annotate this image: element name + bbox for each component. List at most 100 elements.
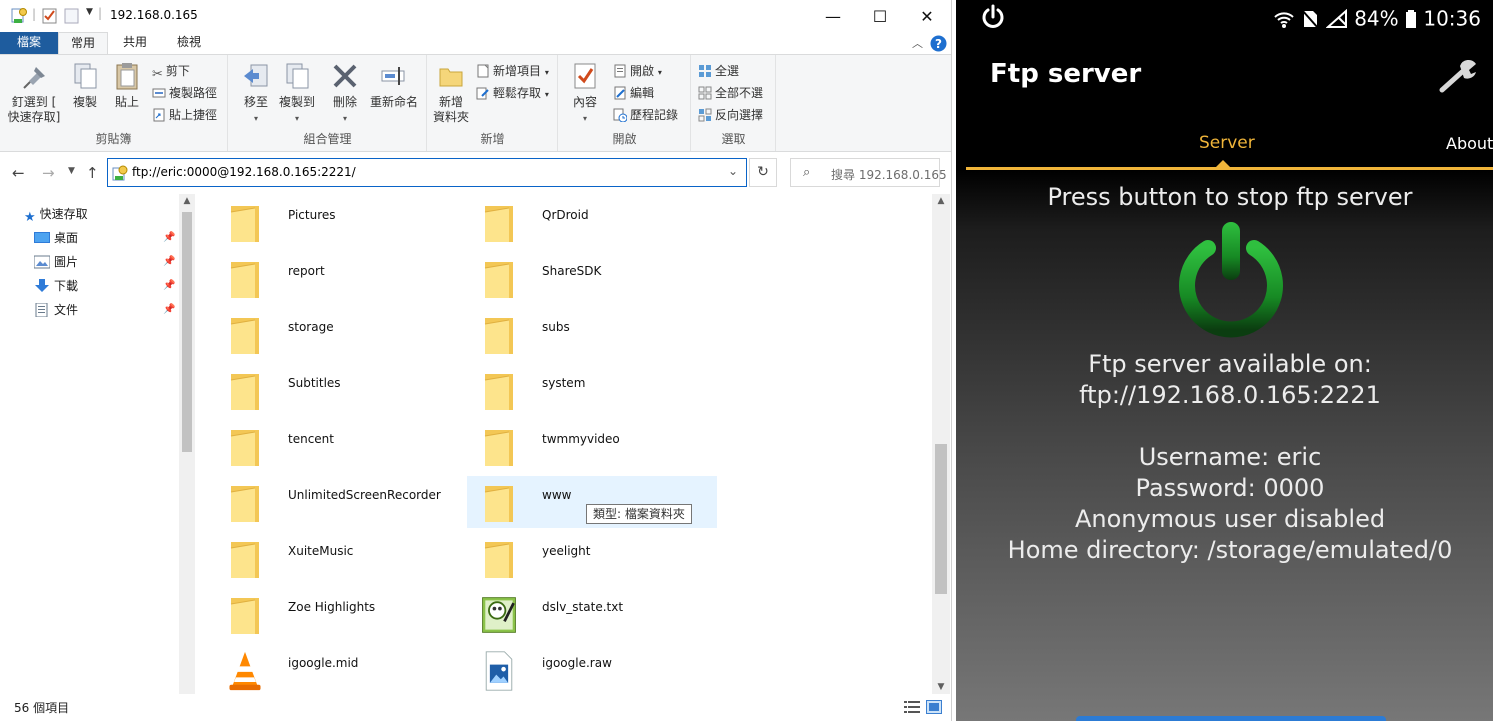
folder-item[interactable]: Zoe Highlights <box>213 588 463 640</box>
edit-button[interactable]: 編輯 <box>613 83 654 103</box>
folder-item[interactable]: report <box>213 252 463 304</box>
up-arrow-icon[interactable]: ↑ <box>86 164 99 182</box>
nav-scrollbar[interactable]: ▲ <box>179 194 195 694</box>
move-to-icon <box>244 64 268 87</box>
title-bar: | ▼ | 192.168.0.165 — ☐ ✕ <box>0 0 951 32</box>
folder-item[interactable]: system <box>467 364 717 416</box>
pin-icon[interactable]: 📌 <box>163 232 175 243</box>
tab-view[interactable]: 檢視 <box>162 32 216 54</box>
file-name: dslv_state.txt <box>542 600 624 614</box>
recent-locations-icon[interactable]: ▼ <box>68 166 75 176</box>
copy-button[interactable]: 複製 <box>66 61 104 110</box>
minimize-button[interactable]: — <box>810 0 856 32</box>
file-name: report <box>288 264 325 278</box>
bottom-button-edge[interactable] <box>1076 716 1386 721</box>
properties-icon[interactable] <box>10 7 28 25</box>
folder-icon <box>484 486 513 522</box>
tab-share[interactable]: 共用 <box>110 32 160 54</box>
details-view-icon[interactable] <box>904 700 920 714</box>
folder-item[interactable]: yeelight <box>467 532 717 584</box>
file-item[interactable]: dslv_state.txt <box>467 588 717 640</box>
scrollbar-thumb[interactable] <box>182 212 192 452</box>
easy-access-button[interactable]: 輕鬆存取 ▾ <box>476 83 549 103</box>
status-right: 84% 10:36 <box>1273 5 1481 31</box>
text-file-icon <box>482 597 516 633</box>
file-name: QrDroid <box>542 208 589 222</box>
folder-item[interactable]: UnlimitedScreenRecorder <box>213 476 463 528</box>
scroll-up-icon[interactable]: ▲ <box>932 196 950 206</box>
content-scrollbar[interactable]: ▲ ▼ <box>932 194 950 694</box>
nav-quick-access[interactable]: ★ 快速存取 <box>24 203 88 225</box>
folder-item[interactable]: XuiteMusic <box>213 532 463 584</box>
new-folder-button[interactable]: 新增 資料夾 <box>430 61 472 125</box>
properties-button[interactable]: 內容 ▾ <box>565 61 605 126</box>
folder-item[interactable]: twmmyvideo <box>467 420 717 472</box>
open-label: 開啟 <box>630 64 655 78</box>
forward-arrow-icon[interactable]: → <box>42 164 55 182</box>
back-arrow-icon[interactable]: ← <box>12 164 25 182</box>
search-input[interactable]: ⌕ 搜尋 192.168.0.165 <box>790 158 947 187</box>
pin-quick-access-button[interactable]: 釘選到 [ 快速存取] <box>6 61 62 125</box>
address-input[interactable]: ftp://eric:0000@192.168.0.165:2221/ ⌄ <box>107 158 747 187</box>
chevron-up-icon[interactable]: ︿ <box>912 35 923 51</box>
delete-icon <box>333 64 357 88</box>
file-item[interactable]: igoogle.mid <box>213 644 463 694</box>
select-none-button[interactable]: 全部不選 <box>698 83 763 103</box>
new-item-button[interactable]: 新增項目 ▾ <box>476 61 549 81</box>
ribbon: 釘選到 [ 快速存取] 複製 貼上 ✂ 剪下 複製路徑 貼上捷徑 剪貼簿 移至 … <box>0 54 951 152</box>
invert-selection-button[interactable]: 反向選擇 <box>698 105 763 125</box>
close-button[interactable]: ✕ <box>904 0 950 32</box>
folder-item[interactable]: tencent <box>213 420 463 472</box>
pin-icon[interactable]: 📌 <box>163 304 175 315</box>
pin-icon[interactable]: 📌 <box>163 280 175 291</box>
pin-icon[interactable]: 📌 <box>163 256 175 267</box>
help-icon[interactable]: ? <box>930 35 947 52</box>
folder-item[interactable]: Subtitles <box>213 364 463 416</box>
paste-shortcut-button[interactable]: 貼上捷徑 <box>152 105 217 125</box>
nav-item-desktop[interactable]: 桌面 <box>34 227 78 249</box>
cut-button[interactable]: ✂ 剪下 <box>152 61 190 82</box>
paste-button[interactable]: 貼上 <box>108 61 146 110</box>
file-item[interactable]: igoogle.raw <box>467 644 717 694</box>
image-file-icon <box>485 651 513 691</box>
tab-server[interactable]: Server <box>1199 133 1255 153</box>
paste-shortcut-label: 貼上捷徑 <box>169 108 218 122</box>
copy-to-button[interactable]: 複製到 ▾ <box>275 61 319 126</box>
scrollbar-thumb[interactable] <box>935 444 947 594</box>
folder-item[interactable]: Pictures <box>213 196 463 248</box>
nav-item-downloads[interactable]: 下載 <box>34 275 78 297</box>
file-name: Subtitles <box>288 376 341 390</box>
folder-item[interactable]: storage <box>213 308 463 360</box>
open-group-label: 開啟 <box>612 132 637 146</box>
folder-item[interactable]: QrDroid <box>467 196 717 248</box>
tab-home[interactable]: 常用 <box>58 32 108 54</box>
select-none-label: 全部不選 <box>715 86 764 100</box>
checklist-icon[interactable] <box>42 7 58 25</box>
tab-about[interactable]: About <box>1446 134 1493 153</box>
move-to-button[interactable]: 移至 ▾ <box>237 61 275 126</box>
open-button[interactable]: 開啟 ▾ <box>613 61 662 81</box>
folder-item[interactable]: ShareSDK <box>467 252 717 304</box>
copy-path-button[interactable]: 複製路徑 <box>152 83 217 103</box>
scroll-down-icon[interactable]: ▼ <box>932 682 950 692</box>
tab-file[interactable]: 檔案 <box>0 32 58 54</box>
delete-button[interactable]: 刪除 ▾ <box>327 61 363 126</box>
maximize-button[interactable]: ☐ <box>857 0 903 32</box>
wrench-icon[interactable] <box>1436 56 1480 96</box>
chevron-down-icon[interactable]: ▼ <box>86 7 93 17</box>
new-folder-icon[interactable] <box>64 7 80 25</box>
power-button[interactable] <box>1174 220 1288 338</box>
file-name: yeelight <box>542 544 591 558</box>
nav-item-documents[interactable]: 文件 <box>34 299 78 321</box>
rename-button[interactable]: 重新命名 <box>367 61 421 110</box>
chevron-down-icon[interactable]: ⌄ <box>728 164 738 178</box>
folder-item[interactable]: subs <box>467 308 717 360</box>
refresh-button[interactable]: ↻ <box>749 158 777 187</box>
folder-icon <box>230 206 259 242</box>
large-icons-view-icon[interactable] <box>926 700 942 714</box>
scroll-up-icon[interactable]: ▲ <box>179 196 195 206</box>
nav-item-pictures[interactable]: 圖片 <box>34 251 78 273</box>
select-group-label: 選取 <box>721 132 746 146</box>
select-all-button[interactable]: 全選 <box>698 61 739 81</box>
history-button[interactable]: 歷程記錄 <box>613 105 678 125</box>
